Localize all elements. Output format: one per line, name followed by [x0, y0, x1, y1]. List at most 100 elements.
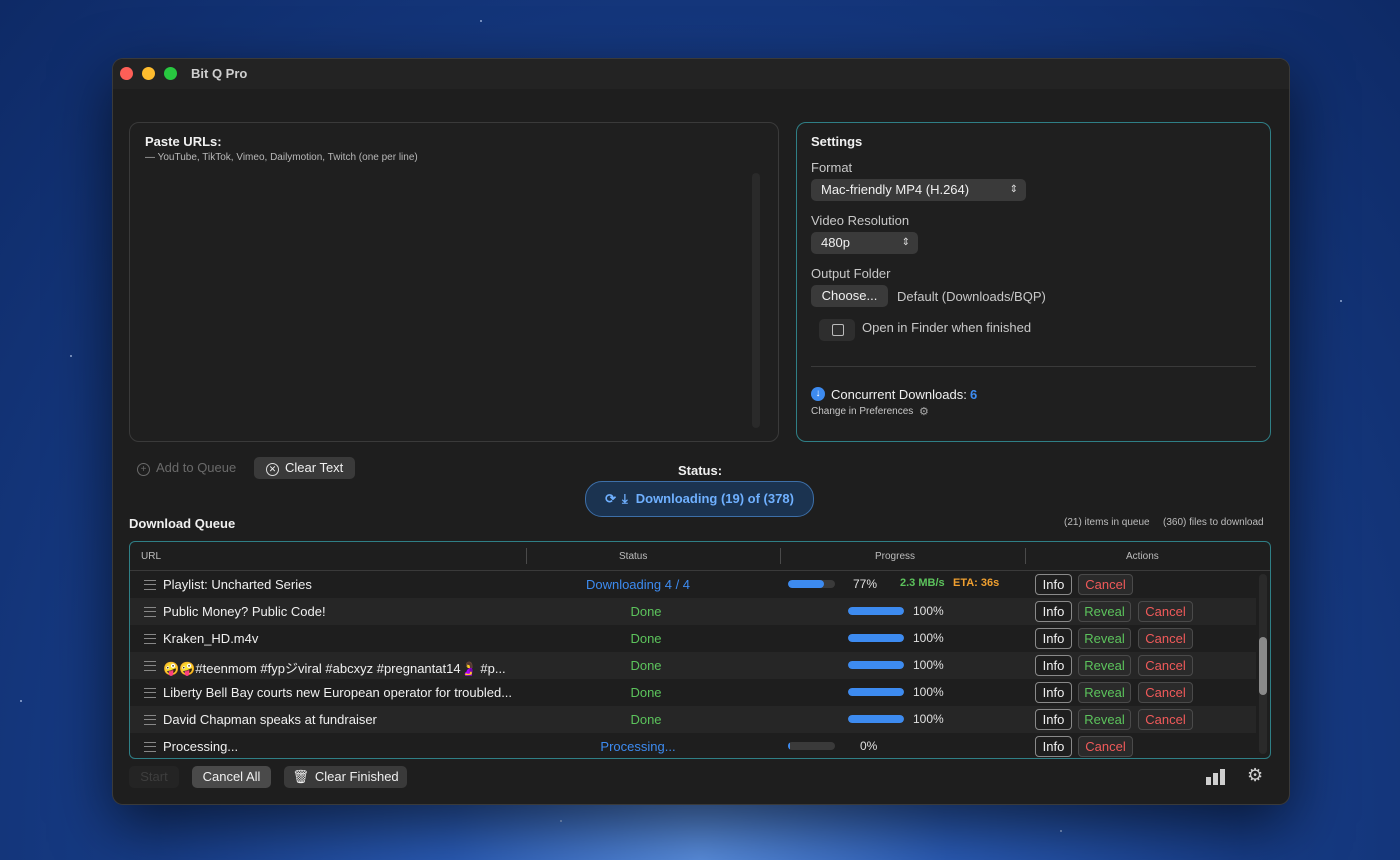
output-folder-label: Output Folder: [811, 266, 891, 281]
settings-panel: Settings Format Mac-friendly MP4 (H.264)…: [796, 122, 1271, 442]
queue-scrollbar[interactable]: [1259, 574, 1267, 754]
cancel-button[interactable]: Cancel: [1138, 628, 1193, 649]
row-progress-percent: 100%: [913, 604, 944, 618]
table-row[interactable]: Public Money? Public Code! Done 100% Info Re…: [130, 598, 1256, 625]
row-status: Done: [630, 712, 662, 727]
add-to-queue-button[interactable]: + Add to Queue: [129, 457, 239, 479]
row-progress-fill: [848, 661, 904, 669]
choose-folder-button[interactable]: Choose...: [811, 285, 888, 307]
table-row[interactable]: 🤪🤪#teenmom #fypジviral #abcxyz #pregnanta…: [130, 652, 1256, 679]
window-title: Bit Q Pro: [191, 66, 248, 81]
queue-scrollbar-thumb[interactable]: [1259, 637, 1267, 695]
updown-chevron-icon: ⇕: [1009, 184, 1018, 195]
row-progress-bar: [848, 607, 904, 615]
cancel-all-button[interactable]: Cancel All: [192, 766, 271, 788]
table-row[interactable]: Processing... Processing... 0% Info Cancel: [130, 733, 1256, 758]
gear-icon[interactable]: ⚙: [919, 405, 929, 418]
cancel-button[interactable]: Cancel: [1138, 682, 1193, 703]
column-divider[interactable]: [780, 548, 781, 564]
row-progress-percent: 100%: [913, 631, 944, 645]
row-url: David Chapman speaks at fundraiser: [163, 712, 377, 727]
row-progress-percent: 100%: [913, 685, 944, 699]
clear-text-label: Clear Text: [285, 460, 344, 475]
paste-urls-panel[interactable]: Paste URLs: — YouTube, TikTok, Vimeo, Da…: [129, 122, 779, 442]
add-to-queue-label: Add to Queue: [156, 460, 237, 475]
table-row[interactable]: David Chapman speaks at fundraiser Done 10…: [130, 706, 1256, 733]
format-select[interactable]: Mac-friendly MP4 (H.264) ⇕: [811, 179, 1026, 201]
resolution-value: 480p: [821, 235, 850, 250]
row-url: Liberty Bell Bay courts new European ope…: [163, 685, 513, 700]
info-button[interactable]: Info: [1035, 709, 1072, 730]
row-status: Done: [630, 658, 662, 673]
row-download-speed: 2.3 MB/s: [900, 577, 945, 589]
output-folder-value: Default (Downloads/BQP): [897, 289, 1046, 304]
title-bar: Bit Q Pro: [113, 59, 1289, 89]
plus-circle-icon: +: [137, 463, 150, 476]
gear-icon[interactable]: ⚙: [1247, 765, 1263, 786]
drag-handle-icon[interactable]: [144, 688, 156, 698]
updown-chevron-icon: ⇕: [901, 237, 910, 248]
cancel-button[interactable]: Cancel: [1138, 655, 1193, 676]
info-button[interactable]: Info: [1035, 628, 1072, 649]
drag-handle-icon[interactable]: [144, 715, 156, 725]
clear-text-button[interactable]: ✕ Clear Text: [254, 457, 355, 479]
clear-finished-label: Clear Finished: [314, 769, 399, 784]
row-progress-bar: [848, 634, 904, 642]
row-status: Done: [630, 685, 662, 700]
row-url: Kraken_HD.m4v: [163, 631, 259, 646]
column-divider[interactable]: [526, 548, 527, 564]
drag-handle-icon[interactable]: [144, 580, 156, 590]
resolution-select[interactable]: 480p ⇕: [811, 232, 918, 254]
status-label: Status:: [678, 463, 723, 478]
row-progress-percent: 0%: [860, 739, 878, 753]
cancel-button[interactable]: Cancel: [1078, 736, 1133, 757]
paste-urls-scrollbar[interactable]: [752, 173, 760, 428]
column-header-actions[interactable]: Actions: [1126, 551, 1159, 562]
close-window-button[interactable]: [120, 67, 133, 80]
column-divider[interactable]: [1025, 548, 1026, 564]
open-finder-checkbox[interactable]: [819, 319, 855, 341]
drag-handle-icon[interactable]: [144, 607, 156, 617]
resolution-label: Video Resolution: [811, 213, 910, 228]
clear-finished-button[interactable]: 🗑 Clear Finished: [284, 766, 407, 788]
download-queue-title: Download Queue: [129, 516, 236, 531]
info-button[interactable]: Info: [1035, 574, 1072, 595]
bar-chart-icon[interactable]: [1206, 769, 1226, 785]
row-status: Done: [630, 631, 662, 646]
column-header-progress[interactable]: Progress: [875, 551, 915, 562]
info-button[interactable]: Info: [1035, 655, 1072, 676]
info-button[interactable]: Info: [1035, 601, 1072, 622]
cancel-button[interactable]: Cancel: [1138, 709, 1193, 730]
reveal-button[interactable]: Reveal: [1078, 655, 1131, 676]
row-eta: ETA: 36s: [953, 577, 1000, 589]
row-progress-fill: [848, 688, 904, 696]
column-header-status[interactable]: Status: [619, 551, 647, 562]
column-header-url[interactable]: URL: [141, 551, 161, 562]
zoom-window-button[interactable]: [164, 67, 177, 80]
reveal-button[interactable]: Reveal: [1078, 601, 1131, 622]
info-button[interactable]: Info: [1035, 682, 1072, 703]
cancel-button[interactable]: Cancel: [1138, 601, 1193, 622]
download-arrow-icon: ↓: [811, 387, 825, 401]
drag-handle-icon[interactable]: [144, 742, 156, 752]
row-url: 🤪🤪#teenmom #fypジviral #abcxyz #pregnanta…: [163, 661, 506, 676]
row-url: Processing...: [163, 739, 239, 754]
table-row[interactable]: Kraken_HD.m4v Done 100% Info Reveal Cancel: [130, 625, 1256, 652]
start-button[interactable]: Start: [129, 766, 179, 788]
drag-handle-icon[interactable]: [144, 634, 156, 644]
row-progress-percent: 100%: [913, 712, 944, 726]
table-row[interactable]: Playlist: Uncharted Series Downloading 4 …: [130, 571, 1256, 598]
minimize-window-button[interactable]: [142, 67, 155, 80]
reveal-button[interactable]: Reveal: [1078, 682, 1131, 703]
info-button[interactable]: Info: [1035, 736, 1072, 757]
table-row[interactable]: Liberty Bell Bay courts new European ope…: [130, 679, 1256, 706]
reveal-button[interactable]: Reveal: [1078, 709, 1131, 730]
row-status: Downloading 4 / 4: [585, 577, 691, 592]
reveal-button[interactable]: Reveal: [1078, 628, 1131, 649]
drag-handle-icon[interactable]: [144, 661, 156, 671]
row-url: Playlist: Uncharted Series: [163, 577, 312, 592]
row-progress-fill: [848, 715, 904, 723]
change-preferences-hint: Change in Preferences: [811, 406, 914, 417]
row-status: Processing...: [600, 739, 676, 754]
cancel-button[interactable]: Cancel: [1078, 574, 1133, 595]
